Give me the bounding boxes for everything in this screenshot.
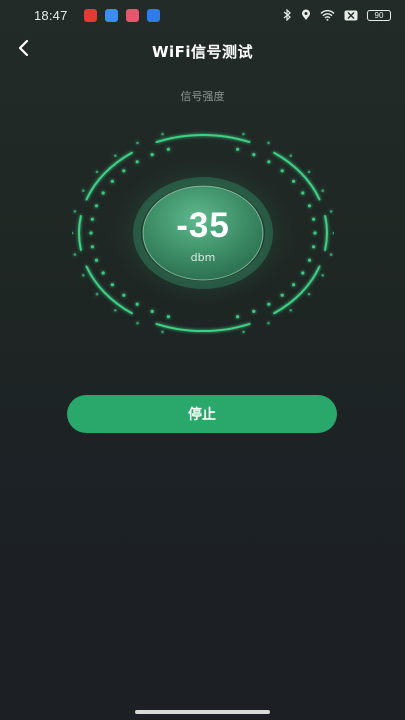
gauge-dot <box>110 179 114 183</box>
page-title: WiFi信号测试 <box>151 42 254 61</box>
gauge-outer-dot <box>161 330 164 334</box>
gauge-outer-dot <box>267 141 270 145</box>
gauge-dot <box>252 153 256 157</box>
wifi-icon <box>320 9 335 21</box>
pink-app-icon <box>125 8 139 22</box>
gauge-dot <box>280 293 284 297</box>
gauge-dot <box>301 191 305 195</box>
gauge-dot <box>101 191 105 195</box>
signal-gauge: -35 dbm <box>72 129 334 337</box>
gauge-outer-dot <box>161 132 164 136</box>
gauge-outer-dot <box>136 321 139 325</box>
gauge-outer-dot <box>321 189 324 192</box>
gauge-dot <box>267 160 271 164</box>
gauge-dot <box>292 179 296 183</box>
gauge-outer-dot <box>114 154 117 157</box>
gauge-dot <box>166 147 170 151</box>
gauge-outer-dot <box>242 330 245 334</box>
gauge-outer-dot <box>307 292 311 296</box>
gauge-dot <box>236 147 240 151</box>
status-bar: 18:47 90 <box>0 0 405 30</box>
no-sim-icon <box>344 10 358 21</box>
signal-value: -35 <box>176 206 230 245</box>
bluetooth-icon <box>283 9 292 21</box>
gauge-dot <box>150 309 154 313</box>
status-bar-right: 90 <box>283 9 391 21</box>
gauge-arc-segment <box>155 322 251 332</box>
header: WiFi信号测试 <box>0 30 405 72</box>
chevron-left-icon <box>17 39 31 61</box>
red-app-icon <box>83 8 97 22</box>
gauge-dot <box>101 271 105 275</box>
gauge-dot <box>280 169 284 173</box>
gauge-dot <box>292 283 296 287</box>
gauge-dot <box>122 169 126 173</box>
gauge-outer-dot <box>307 170 311 174</box>
location-icon <box>301 9 311 21</box>
gauge-dot <box>110 283 114 287</box>
gauge-outer-dot <box>289 309 292 312</box>
gauge-dot <box>150 153 154 157</box>
gauge-outer-dot <box>289 154 292 157</box>
status-bar-left: 18:47 <box>34 8 160 23</box>
status-time: 18:47 <box>34 7 68 23</box>
gauge-dot <box>236 315 240 319</box>
gauge-dot <box>267 302 271 306</box>
gauge-outer-dot <box>114 309 117 312</box>
gauge-dot <box>301 271 305 275</box>
gauge-outer-dot <box>95 170 99 174</box>
stop-button[interactable]: 停止 <box>67 395 337 433</box>
gauge-dot <box>166 315 170 319</box>
signal-strength-label: 信号强度 <box>180 90 225 103</box>
signal-unit: dbm <box>190 251 216 264</box>
gauge-outer-dot <box>82 189 85 192</box>
gauge-outer-dot <box>95 292 99 296</box>
gauge-dot <box>252 309 256 313</box>
back-button[interactable] <box>12 38 36 62</box>
battery-indicator: 90 <box>367 9 391 21</box>
gauge-dot <box>135 160 139 164</box>
gauge-outer-dot <box>267 321 270 325</box>
gauge-outer-dot <box>82 274 85 277</box>
gauge-dot <box>135 302 139 306</box>
blue-loop-icon <box>146 8 160 22</box>
home-indicator[interactable] <box>135 710 270 714</box>
gauge-outer-dot <box>321 274 324 277</box>
gauge-outer-dot <box>242 132 245 136</box>
gauge-dot <box>122 293 126 297</box>
blue-chat-icon <box>104 8 118 22</box>
gauge-arc-segment <box>155 134 251 144</box>
gauge-outer-dot <box>136 141 139 145</box>
